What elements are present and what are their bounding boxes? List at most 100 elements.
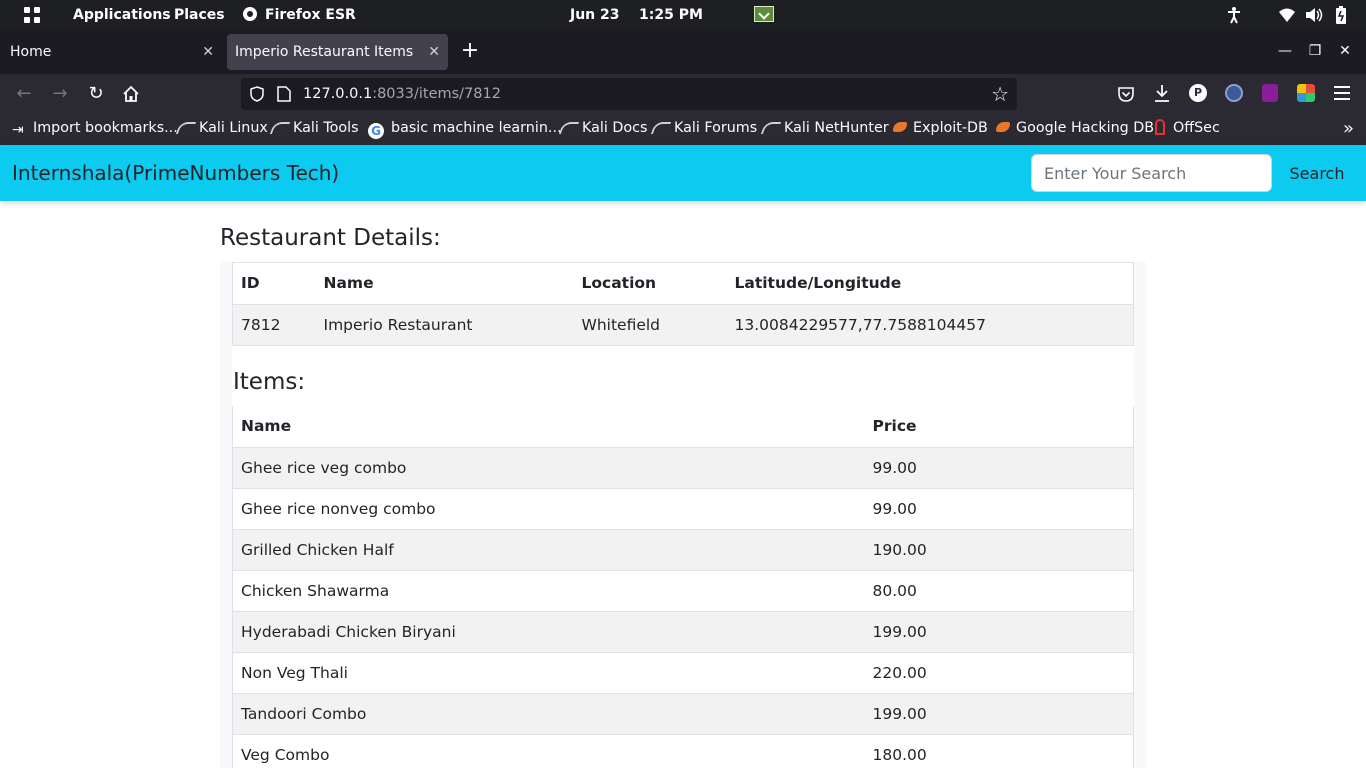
item-price-cell: 220.00 (864, 652, 1134, 694)
close-tab-icon[interactable]: ✕ (202, 34, 214, 70)
offsec-icon (1155, 119, 1165, 135)
bookmark-machine-learning[interactable]: Gbasic machine learnin... (368, 114, 562, 143)
items-table: Name Price Ghee rice veg combo 99.00 Ghee… (232, 406, 1134, 768)
active-app-label: Firefox ESR (265, 7, 356, 23)
item-price-cell: 80.00 (864, 570, 1134, 612)
search-input[interactable] (1031, 154, 1272, 192)
col-header-name: Name (315, 263, 574, 305)
accessibility-icon[interactable] (1225, 6, 1243, 24)
item-name-cell: Chicken Shawarma (232, 570, 865, 612)
table-row: Tandoori Combo 199.00 (232, 693, 1134, 735)
tab-strip: Home ✕ Imperio Restaurant Items ✕ + — ❐ … (0, 30, 1366, 74)
wifi-icon[interactable] (1278, 7, 1296, 23)
url-path: :8033/items/7812 (372, 86, 501, 102)
url-host: 127.0.0.1 (303, 86, 373, 102)
details-card: ID Name Location Latitude/Longitude 7812… (220, 262, 1146, 768)
restaurant-details-heading: Restaurant Details: (220, 225, 441, 251)
table-header-row: Name Price (232, 406, 1134, 448)
kali-dragon-icon (272, 116, 288, 130)
minimize-icon[interactable]: — (1275, 38, 1295, 64)
table-row: Grilled Chicken Half 190.00 (232, 529, 1134, 571)
bookmark-label: Kali Linux (199, 120, 268, 136)
main-content: Restaurant Details: ID Name Location Lat… (220, 201, 1146, 768)
bookmark-exploit-db[interactable]: Exploit-DB (893, 114, 988, 143)
volume-icon[interactable] (1305, 7, 1323, 23)
active-app-menu[interactable]: Firefox ESR (243, 0, 356, 30)
item-name-cell: Non Veg Thali (232, 652, 865, 694)
clock-date: Jun 23 (570, 7, 620, 23)
restaurant-location-cell: Whitefield (573, 304, 727, 346)
extension-purple-icon[interactable] (1262, 84, 1278, 102)
tray-app-icon[interactable] (754, 6, 774, 22)
restaurant-name-cell: Imperio Restaurant (315, 304, 574, 346)
home-icon[interactable] (121, 84, 141, 104)
url-bar[interactable]: 127.0.0.1:8033/items/7812 ☆ (241, 78, 1017, 110)
col-header-id: ID (232, 263, 316, 305)
close-window-icon[interactable]: ✕ (1335, 38, 1355, 64)
bookmark-kali-linux[interactable]: Kali Linux (178, 114, 268, 143)
downloads-icon[interactable] (1153, 84, 1171, 103)
reload-icon[interactable]: ↻ (82, 80, 110, 108)
bookmark-google-hacking-db[interactable]: Google Hacking DB (996, 114, 1154, 143)
pocket-icon[interactable] (1117, 85, 1135, 103)
apps-grid-icon[interactable] (24, 7, 41, 24)
bookmarks-toolbar: ⇥ Import bookmarks... Kali Linux Kali Too… (0, 114, 1366, 145)
item-price-cell: 180.00 (864, 734, 1134, 768)
close-tab-icon[interactable]: ✕ (428, 34, 440, 70)
kali-dragon-icon (178, 116, 194, 130)
bookmark-kali-nethunter[interactable]: Kali NetHunter (763, 114, 889, 143)
bookmark-kali-forums[interactable]: Kali Forums (653, 114, 757, 143)
bookmarks-overflow-chevron-icon[interactable]: » (1343, 114, 1354, 143)
os-top-panel: Applications Places Firefox ESR Jun 23 1… (0, 0, 1366, 30)
bookmark-import[interactable]: ⇥ Import bookmarks... (12, 114, 178, 143)
item-price-cell: 99.00 (864, 447, 1134, 489)
profile-avatar[interactable]: P (1189, 84, 1207, 102)
tab-imperio-items[interactable]: Imperio Restaurant Items ✕ (227, 34, 448, 70)
bookmark-label: Import bookmarks... (33, 120, 178, 136)
item-name-cell: Ghee rice veg combo (232, 447, 865, 489)
extension-color-icon[interactable] (1297, 84, 1315, 102)
search-button[interactable]: Search (1280, 154, 1354, 192)
bookmark-offsec[interactable]: OffSec (1155, 114, 1220, 143)
restore-icon[interactable]: ❐ (1305, 38, 1325, 64)
url-text[interactable]: 127.0.0.1:8033/items/7812 (303, 78, 501, 110)
menu-hamburger-icon[interactable] (1334, 86, 1350, 100)
bookmark-kali-tools[interactable]: Kali Tools (272, 114, 359, 143)
tab-title: Imperio Restaurant Items (235, 44, 414, 60)
table-row: Veg Combo 180.00 (232, 734, 1134, 768)
table-row: Hyderabadi Chicken Biryani 199.00 (232, 611, 1134, 653)
page-info-icon[interactable] (277, 86, 291, 102)
clock[interactable]: Jun 23 1:25 PM (570, 0, 703, 30)
item-price-cell: 99.00 (864, 488, 1134, 530)
col-header-latlng: Latitude/Longitude (726, 263, 1134, 305)
bookmark-label: Kali Docs (582, 120, 648, 136)
tab-home[interactable]: Home ✕ (0, 34, 222, 70)
bookmark-label: Google Hacking DB (1016, 120, 1155, 136)
nav-toolbar: ← → ↻ 127.0.0.1:8033/items/7812 ☆ P (0, 74, 1366, 114)
clock-time: 1:25 PM (639, 7, 703, 23)
places-menu[interactable]: Places (174, 0, 225, 30)
item-price-cell: 190.00 (864, 529, 1134, 571)
restaurant-table: ID Name Location Latitude/Longitude 7812… (232, 263, 1134, 346)
forward-arrow-icon[interactable]: → (46, 80, 74, 108)
shield-icon[interactable] (249, 86, 265, 102)
kali-dragon-icon (763, 116, 779, 130)
bookmark-kali-docs[interactable]: Kali Docs (561, 114, 647, 143)
col-header-item-name: Name (232, 406, 865, 448)
table-header-row: ID Name Location Latitude/Longitude (232, 263, 1134, 305)
google-icon: G (368, 123, 384, 139)
back-arrow-icon[interactable]: ← (10, 80, 38, 108)
table-row: 7812 Imperio Restaurant Whitefield 13.00… (232, 304, 1134, 346)
site-navbar: Internshala(PrimeNumbers Tech) Search (0, 145, 1366, 201)
bookmark-label: OffSec (1173, 120, 1220, 136)
extension-cursor-icon[interactable] (1225, 84, 1243, 102)
site-brand-link[interactable]: Internshala(PrimeNumbers Tech) (12, 145, 339, 201)
bookmark-star-icon[interactable]: ☆ (991, 83, 1009, 105)
items-heading: Items: (233, 369, 306, 395)
new-tab-plus-icon[interactable]: + (460, 40, 480, 64)
applications-menu[interactable]: Applications (73, 0, 171, 30)
battery-icon[interactable] (1336, 6, 1346, 24)
col-header-price: Price (864, 406, 1134, 448)
table-row: Chicken Shawarma 80.00 (232, 570, 1134, 612)
firefox-icon (243, 7, 257, 21)
